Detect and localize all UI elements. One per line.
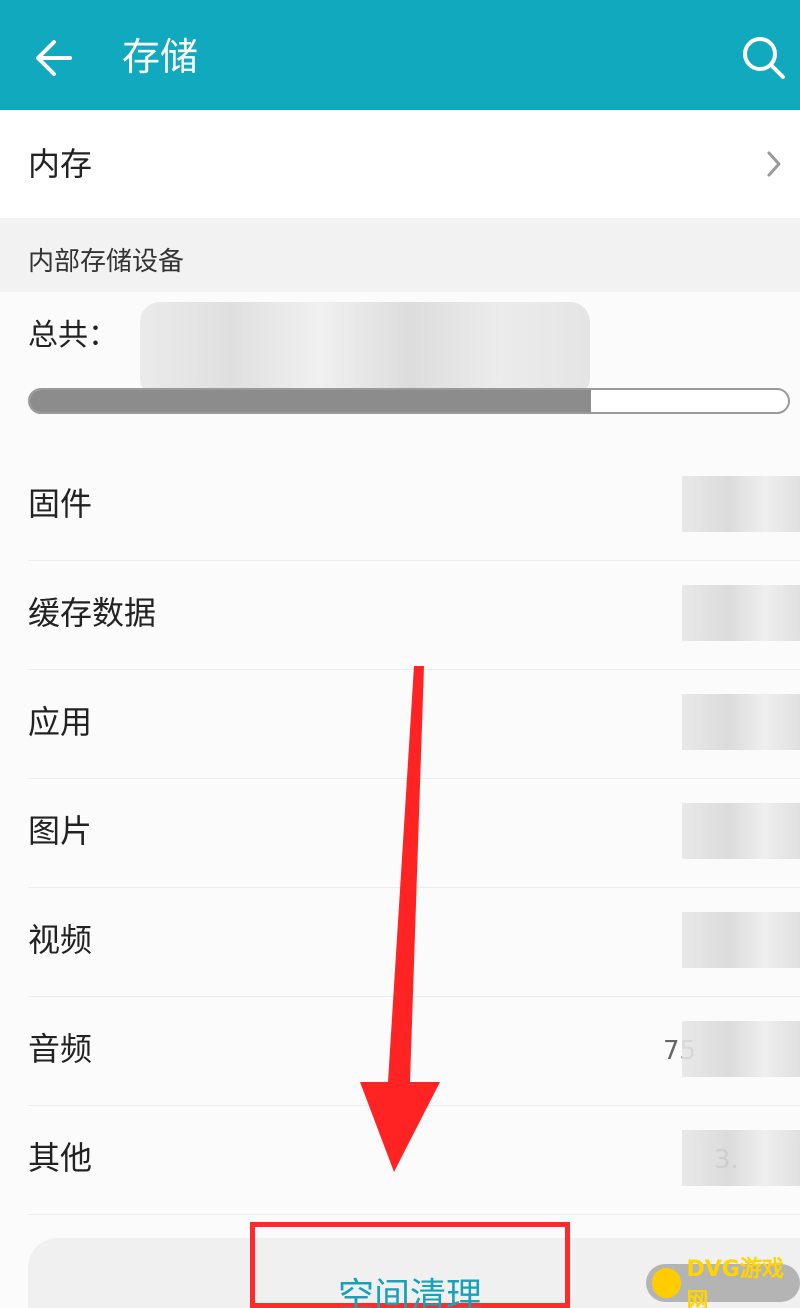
gamepad-icon: [652, 1268, 681, 1298]
watermark-text: DVG游戏网: [686, 1257, 784, 1308]
page-title: 存储: [122, 35, 199, 79]
item-label: 图片: [28, 812, 93, 850]
item-label: 应用: [28, 703, 93, 741]
back-arrow-icon[interactable]: [30, 34, 78, 82]
item-label: 视频: [28, 921, 93, 959]
list-item-cache[interactable]: 缓存数据: [28, 561, 800, 670]
section-title: 内部存储设备: [28, 247, 185, 277]
item-label: 音频: [28, 1030, 93, 1068]
memory-row[interactable]: 内存: [0, 110, 800, 218]
item-label: 固件: [28, 485, 93, 523]
annotation-arrow: [360, 666, 440, 1172]
item-label: 其他: [28, 1139, 93, 1177]
cleanup-label: 空间清理: [337, 1276, 482, 1308]
storage-screen: 存储 内存 内部存储设备 总共： 固件 缓存数据 应用 图片 视频 音频 75 …: [0, 0, 800, 1308]
space-cleanup-button[interactable]: 空间清理: [250, 1222, 570, 1308]
total-label: 总共：: [28, 318, 118, 353]
item-value-redacted: [682, 476, 800, 532]
item-value-redacted: [682, 1130, 800, 1186]
chevron-right-icon: [767, 151, 781, 177]
memory-label: 内存: [28, 145, 93, 183]
storage-usage-bar: [28, 388, 790, 414]
item-value-redacted: [682, 912, 800, 968]
item-value-redacted: [682, 585, 800, 641]
search-icon[interactable]: [738, 32, 788, 82]
internal-storage-header: 内部存储设备: [0, 218, 800, 292]
item-value-redacted: [682, 1021, 800, 1077]
app-bar: 存储: [0, 0, 800, 110]
list-item-firmware[interactable]: 固件: [28, 452, 800, 561]
total-value-redacted: [140, 302, 590, 398]
storage-usage-fill: [30, 390, 591, 412]
watermark: DVG游戏网: [646, 1257, 800, 1308]
item-value-redacted: [682, 803, 800, 859]
item-value-redacted: [682, 694, 800, 750]
item-label: 缓存数据: [28, 594, 157, 632]
